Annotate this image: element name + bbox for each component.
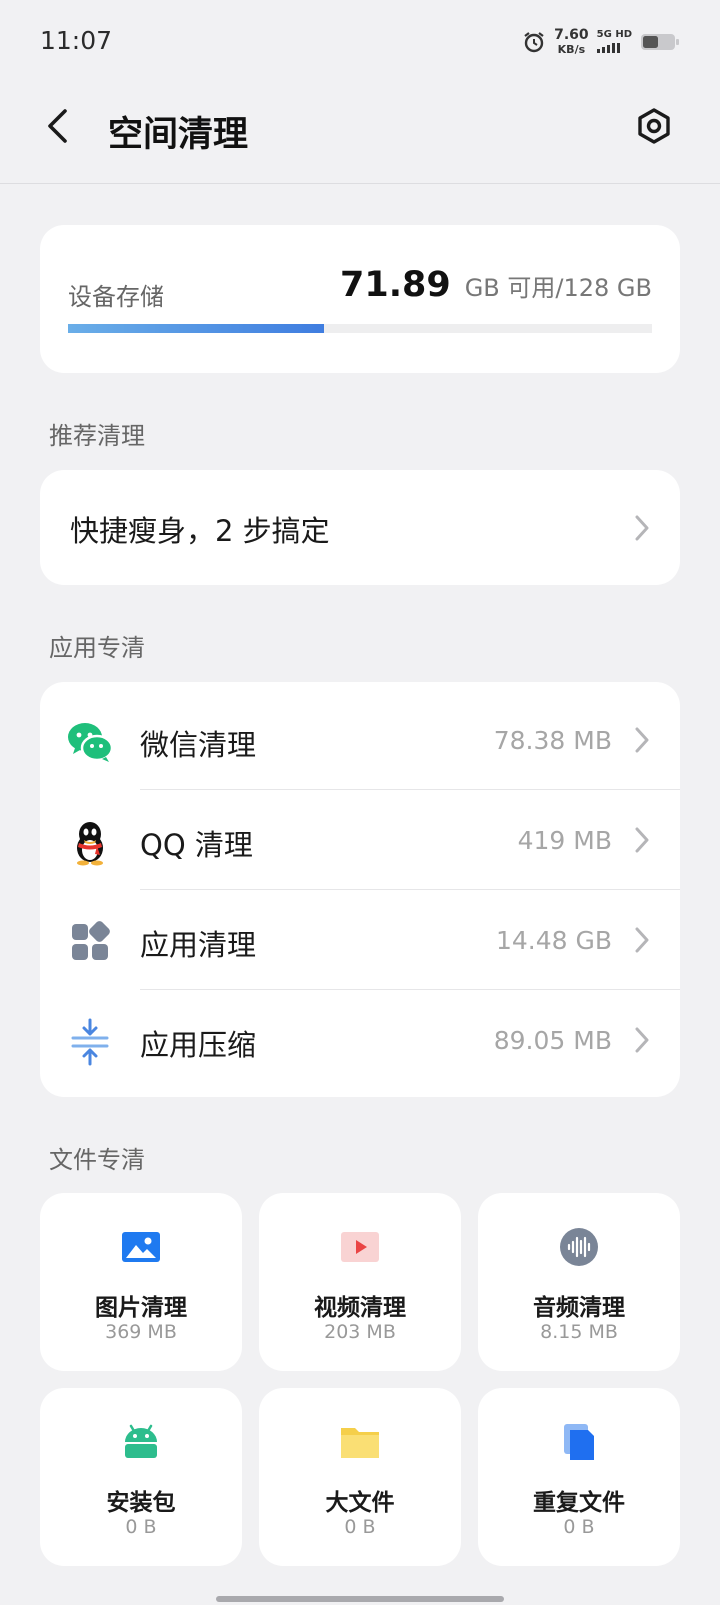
back-button[interactable]: [36, 104, 80, 148]
cellular-signal: 5G HD: [596, 29, 632, 53]
video-icon: [341, 1232, 379, 1262]
list-item-size: 78.38 MB: [493, 726, 612, 755]
list-item-app-clean[interactable]: 应用清理 14.48 GB: [40, 890, 680, 990]
tile-audio-clean[interactable]: 音频清理 8.15 MB: [478, 1193, 680, 1371]
duplicate-file-icon: [564, 1424, 594, 1460]
storage-progress-fill: [68, 324, 324, 333]
storage-card[interactable]: 设备存储 71.89 GB 可用 /128 GB: [40, 225, 680, 373]
android-icon: [125, 1424, 157, 1458]
network-speed: 7.60 KB/s: [554, 28, 589, 55]
tile-label: 重复文件: [533, 1490, 625, 1516]
signal-bars-icon: [596, 43, 620, 53]
storage-values: 71.89 GB 可用 /128 GB: [340, 265, 652, 305]
settings-button[interactable]: [632, 104, 676, 148]
list-item-qq-clean[interactable]: QQ 清理 419 MB: [40, 790, 680, 890]
section-title-file-clean: 文件专清: [49, 1146, 145, 1174]
list-item-size: 14.48 GB: [495, 926, 612, 955]
page-title: 空间清理: [108, 115, 249, 155]
qq-icon: [77, 822, 103, 866]
tile-label: 音频清理: [533, 1295, 625, 1321]
chevron-right-icon: [635, 827, 649, 853]
home-indicator[interactable]: [216, 1596, 504, 1602]
chevron-right-icon: [635, 1027, 649, 1053]
compress-icon: [71, 1018, 109, 1066]
list-item-label: QQ 清理: [140, 828, 253, 862]
speed-unit: KB/s: [557, 43, 586, 56]
tile-size: 369 MB: [105, 1321, 177, 1343]
list-item-label: 应用清理: [140, 928, 257, 962]
battery-icon: [641, 33, 679, 50]
storage-progress-bar: [68, 324, 652, 333]
list-item-wechat-clean[interactable]: 微信清理 78.38 MB: [40, 690, 680, 790]
list-item-size: 419 MB: [517, 826, 612, 855]
tile-size: 203 MB: [324, 1321, 396, 1343]
section-title-recommend: 推荐清理: [49, 422, 145, 450]
audio-icon: [560, 1228, 598, 1266]
section-title-app-clean: 应用专清: [49, 634, 145, 662]
app-clean-list: 微信清理 78.38 MB QQ 清理 419 MB 应用清理 14.48 GB…: [40, 682, 680, 1097]
storage-free-value: 71.89: [339, 265, 451, 305]
image-icon: [122, 1232, 160, 1262]
gear-icon: [638, 108, 670, 144]
status-icons: 7.60 KB/s 5G HD: [522, 28, 680, 55]
chevron-right-icon: [635, 927, 649, 953]
tile-size: 0 B: [563, 1516, 595, 1538]
list-item-app-compress[interactable]: 应用压缩 89.05 MB: [40, 990, 680, 1090]
chevron-left-icon: [48, 109, 67, 143]
alarm-icon: [524, 31, 544, 52]
tile-label: 大文件: [325, 1490, 395, 1516]
tile-size: 0 B: [344, 1516, 376, 1538]
status-time: 11:07: [40, 26, 113, 55]
list-item-label: 微信清理: [140, 728, 257, 762]
tile-video-clean[interactable]: 视频清理 203 MB: [259, 1193, 461, 1371]
list-item-size: 89.05 MB: [493, 1026, 612, 1055]
tile-label: 图片清理: [95, 1295, 187, 1321]
tile-duplicate-file-clean[interactable]: 重复文件 0 B: [478, 1388, 680, 1566]
network-type: 5G HD: [596, 29, 632, 40]
tile-large-file-clean[interactable]: 大文件 0 B: [259, 1388, 461, 1566]
quick-slim-label: 快捷瘦身，2 步搞定: [70, 514, 330, 548]
apps-icon: [72, 921, 110, 960]
tile-apk-clean[interactable]: 安装包 0 B: [40, 1388, 242, 1566]
speed-value: 7.60: [554, 27, 589, 43]
list-item-label: 应用压缩: [140, 1028, 257, 1062]
status-bar: 11:07 7.60 KB/s 5G HD: [0, 0, 720, 84]
tile-label: 视频清理: [314, 1295, 406, 1321]
wechat-icon: [68, 723, 114, 762]
tile-size: 0 B: [125, 1516, 157, 1538]
chevron-right-icon: [635, 515, 649, 541]
quick-slim-item[interactable]: 快捷瘦身，2 步搞定: [40, 470, 680, 585]
chevron-right-icon: [635, 727, 649, 753]
tile-label: 安装包: [106, 1490, 176, 1516]
tile-size: 8.15 MB: [540, 1321, 618, 1343]
storage-total: /128 GB: [555, 274, 652, 302]
tile-image-clean[interactable]: 图片清理 369 MB: [40, 1193, 242, 1371]
storage-free-unit: GB 可用: [464, 274, 556, 302]
storage-label: 设备存储: [68, 283, 164, 311]
header: 空间清理: [0, 84, 720, 184]
folder-icon: [341, 1428, 379, 1458]
